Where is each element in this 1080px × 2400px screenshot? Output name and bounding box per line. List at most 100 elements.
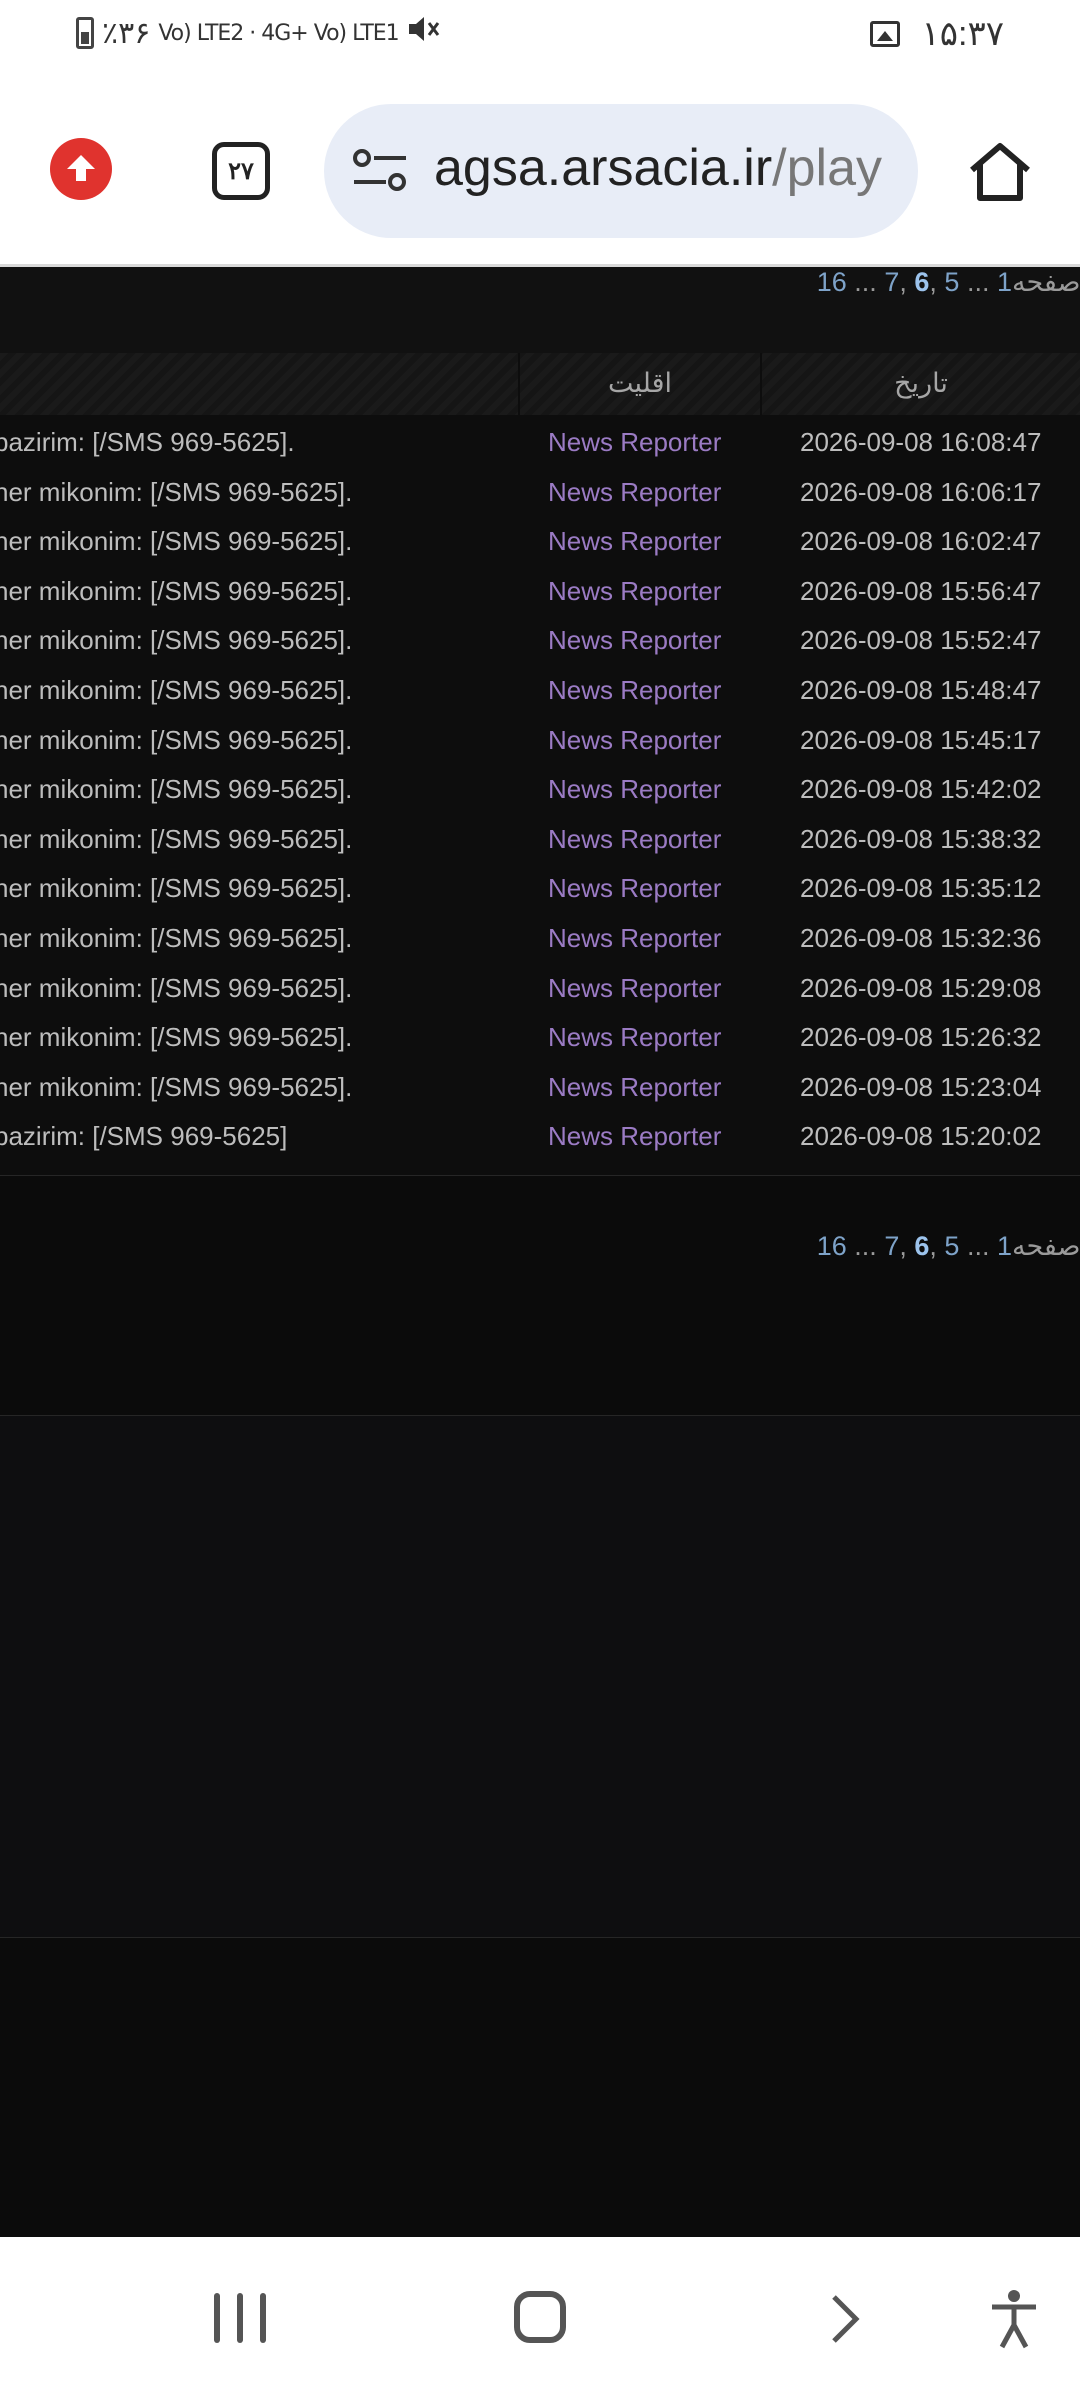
message-cell: pazirim: [/SMS 969-5625]. (0, 427, 295, 457)
divider (0, 1175, 1080, 1176)
message-cell: her mikonim: [/SMS 969-5625]. (0, 476, 353, 507)
page-link-7[interactable]: 7 (884, 267, 899, 297)
table-row: her mikonim: [/SMS 969-5625]. News Report… (0, 816, 1080, 866)
mute-icon (407, 14, 441, 52)
message-cell: her mikonim: [/SMS 969-5625]. (0, 923, 353, 953)
page-current: 6 (914, 267, 930, 297)
accessibility-icon[interactable] (988, 2289, 1040, 2349)
pager-ellipsis: ... (959, 267, 997, 297)
page-link-16[interactable]: 16 (817, 1231, 847, 1261)
role-link[interactable]: News Reporter (548, 675, 721, 706)
url-text[interactable]: agsa.arsacia.ir/play (434, 138, 882, 198)
table-row: her mikonim: [/SMS 969-5625]. News Report… (0, 469, 1080, 519)
pager-ellipsis: ... (846, 267, 885, 297)
back-icon[interactable] (826, 2293, 866, 2345)
table-row: her mikonim: [/SMS 969-5625]. News Report… (0, 717, 1080, 767)
table-row: her mikonim: [/SMS 969-5625]. News Report… (0, 568, 1080, 618)
battery-percent: ٪۳۶ (102, 16, 151, 50)
date-cell: 2026-09-08 15:20:02 (800, 1121, 1042, 1152)
date-cell: 2026-09-08 16:08:47 (800, 427, 1042, 457)
pagination-top: 16 ... 7, 6, 5 ... 1صفحه: (817, 267, 1080, 298)
message-cell: her mikonim: [/SMS 969-5625]. (0, 526, 353, 557)
pager-sep: , (929, 1231, 945, 1261)
role-link[interactable]: News Reporter (548, 873, 721, 904)
table-row: her mikonim: [/SMS 969-5625]. News Report… (0, 965, 1080, 1015)
role-link[interactable]: News Reporter (548, 973, 721, 1004)
status-left: ٪۳۶ Vo) LTE2 · 4G+ Vo) LTE1 (76, 14, 441, 52)
pager-sep: , (899, 267, 915, 297)
date-cell: 2026-09-08 16:06:17 (800, 476, 1042, 507)
message-cell: her mikonim: [/SMS 969-5625]. (0, 972, 353, 1003)
status-right: ۱۵:۳۷ (869, 14, 1005, 54)
system-nav-bar (0, 2237, 1080, 2400)
status-time: ۱۵:۳۷ (921, 15, 1005, 53)
table-row: her mikonim: [/SMS 969-5625]. News Report… (0, 915, 1080, 965)
url-path: /play (772, 139, 882, 197)
role-link[interactable]: News Reporter (548, 625, 721, 656)
url-bar[interactable]: agsa.arsacia.ir/play (324, 104, 918, 238)
table-row: her mikonim: [/SMS 969-5625]. News Report… (0, 1064, 1080, 1114)
date-cell: 2026-09-08 15:29:08 (800, 972, 1042, 1003)
message-cell: her mikonim: [/SMS 969-5625]. (0, 625, 353, 656)
pager-ellipsis: ... (846, 1231, 885, 1261)
pager-ellipsis: ... (959, 1231, 997, 1261)
page-link-16[interactable]: 16 (817, 267, 847, 297)
role-link[interactable]: News Reporter (548, 824, 721, 855)
date-cell: 2026-09-08 15:35:12 (800, 873, 1042, 904)
role-link[interactable]: News Reporter (548, 1022, 721, 1053)
header-date[interactable]: تاریخ (762, 353, 1080, 415)
page-content: 16 ... 7, 6, 5 ... 1صفحه: اقلیت تاریخ pa… (0, 267, 1080, 2237)
tab-count: ۲۷ (228, 157, 254, 185)
role-link[interactable]: News Reporter (548, 923, 721, 954)
table-row: her mikonim: [/SMS 969-5625]. News Report… (0, 518, 1080, 568)
message-cell: her mikonim: [/SMS 969-5625]. (0, 724, 353, 755)
upgrade-button[interactable] (50, 138, 112, 200)
date-cell: 2026-09-08 15:42:02 (800, 774, 1042, 805)
date-cell: 2026-09-08 15:48:47 (800, 675, 1042, 705)
page-link-5[interactable]: 5 (944, 267, 959, 297)
header-message (0, 353, 518, 415)
header-group[interactable]: اقلیت (520, 353, 760, 415)
url-domain: agsa.arsacia.ir (434, 139, 773, 197)
role-link[interactable]: News Reporter (548, 427, 721, 458)
content-panel (0, 1416, 1080, 1937)
page-link-5[interactable]: 5 (944, 1231, 959, 1261)
date-cell: 2026-09-08 15:52:47 (800, 625, 1042, 656)
pager-sep: , (899, 1231, 915, 1261)
date-cell: 2026-09-08 15:45:17 (800, 724, 1042, 755)
table-body: pazirim: [/SMS 969-5625]. News Reporter 20… (0, 415, 1080, 1175)
role-link[interactable]: News Reporter (548, 576, 721, 607)
message-cell: pazirim: [/SMS 969-5625] (0, 1121, 288, 1152)
home-icon[interactable] (966, 140, 1034, 204)
home-icon[interactable] (514, 2291, 566, 2343)
recents-icon[interactable] (214, 2293, 266, 2343)
table-row: her mikonim: [/SMS 969-5625]. News Report… (0, 617, 1080, 667)
page-link-1[interactable]: 1 (997, 267, 1012, 297)
signal-icon: Vo) LTE2 · 4G+ Vo) LTE1 (158, 20, 399, 46)
role-link[interactable]: News Reporter (548, 1121, 721, 1152)
role-link[interactable]: News Reporter (548, 774, 721, 805)
status-bar: ٪۳۶ Vo) LTE2 · 4G+ Vo) LTE1 ۱۵:۳۷ (0, 0, 1080, 78)
upgrade-icon (67, 155, 95, 181)
date-cell: 2026-09-08 15:23:04 (800, 1071, 1042, 1102)
pagination-bottom: 16 ... 7, 6, 5 ... 1صفحه: (817, 1231, 1080, 1262)
message-cell: her mikonim: [/SMS 969-5625]. (0, 823, 353, 854)
message-cell: her mikonim: [/SMS 969-5625]. (0, 675, 353, 705)
table-header: اقلیت تاریخ (0, 353, 1080, 416)
date-cell: 2026-09-08 15:32:36 (800, 923, 1042, 953)
date-cell: 2026-09-08 15:26:32 (800, 1022, 1042, 1053)
role-link[interactable]: News Reporter (548, 526, 721, 557)
message-cell: her mikonim: [/SMS 969-5625]. (0, 575, 353, 606)
message-cell: her mikonim: [/SMS 969-5625]. (0, 1022, 353, 1053)
table-row: her mikonim: [/SMS 969-5625]. News Report… (0, 1014, 1080, 1064)
page-current: 6 (914, 1231, 930, 1261)
page-link-7[interactable]: 7 (884, 1231, 899, 1261)
role-link[interactable]: News Reporter (548, 477, 721, 508)
page-link-1[interactable]: 1 (997, 1231, 1012, 1261)
site-settings-icon[interactable] (352, 148, 408, 194)
date-cell: 2026-09-08 15:38:32 (800, 823, 1042, 854)
role-link[interactable]: News Reporter (548, 1072, 721, 1103)
tabs-button[interactable]: ۲۷ (212, 142, 270, 200)
role-link[interactable]: News Reporter (548, 725, 721, 756)
pager-label: صفحه: (1011, 267, 1080, 297)
